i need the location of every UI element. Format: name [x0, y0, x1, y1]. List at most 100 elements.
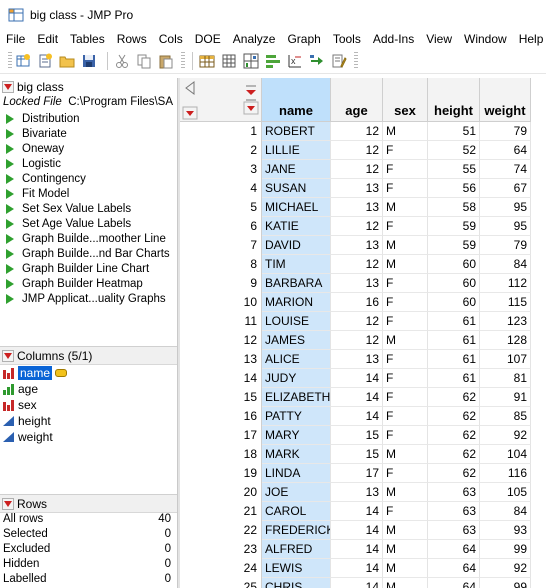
table-cell-age[interactable]: 14: [331, 388, 383, 407]
table-cell-weight[interactable]: 105: [480, 483, 531, 502]
table-cell-name[interactable]: JANE: [262, 160, 331, 179]
table-cell-height[interactable]: 64: [428, 578, 480, 588]
column-header-age[interactable]: age: [331, 78, 383, 122]
table-cell-sex[interactable]: M: [383, 236, 428, 255]
table-cell-age[interactable]: 14: [331, 559, 383, 578]
fit-y-by-x-icon[interactable]: x: [286, 52, 304, 70]
toolbar-grip[interactable]: [181, 51, 185, 70]
table-cell-weight[interactable]: 67: [480, 179, 531, 198]
column-header-height[interactable]: height: [428, 78, 480, 122]
menu-rows[interactable]: Rows: [111, 32, 153, 46]
table-cell-weight[interactable]: 104: [480, 445, 531, 464]
column-name-label[interactable]: name: [18, 366, 53, 380]
table-cell-name[interactable]: ROBERT: [262, 122, 331, 141]
column-item-name[interactable]: name: [0, 365, 177, 381]
table-cell-sex[interactable]: F: [383, 274, 428, 293]
table-cell-weight[interactable]: 84: [480, 502, 531, 521]
table-cell-height[interactable]: 59: [428, 217, 480, 236]
row-number[interactable]: 14: [180, 369, 262, 388]
table-cell-height[interactable]: 61: [428, 312, 480, 331]
table-cell-height[interactable]: 60: [428, 274, 480, 293]
grid-corner[interactable]: [180, 78, 262, 122]
table-cell-age[interactable]: 12: [331, 217, 383, 236]
table-cell-age[interactable]: 17: [331, 464, 383, 483]
row-number[interactable]: 7: [180, 236, 262, 255]
red-triangle-menu-icon[interactable]: [2, 349, 14, 362]
table-cell-height[interactable]: 61: [428, 350, 480, 369]
table-cell-age[interactable]: 12: [331, 122, 383, 141]
row-number[interactable]: 23: [180, 540, 262, 559]
table-cell-name[interactable]: MARION: [262, 293, 331, 312]
menu-cols[interactable]: Cols: [153, 32, 189, 46]
table-script-item[interactable]: Graph Builder Line Chart: [0, 261, 177, 276]
menu-graph[interactable]: Graph: [281, 32, 326, 46]
toolbar-grip[interactable]: [354, 51, 358, 70]
table-cell-height[interactable]: 51: [428, 122, 480, 141]
table-cell-weight[interactable]: 107: [480, 350, 531, 369]
table-cell-age[interactable]: 12: [331, 160, 383, 179]
data-grid-icon[interactable]: [198, 52, 216, 70]
table-cell-sex[interactable]: M: [383, 578, 428, 588]
script-editor-icon[interactable]: [330, 52, 348, 70]
table-cell-name[interactable]: ELIZABETH: [262, 388, 331, 407]
table-cell-height[interactable]: 59: [428, 236, 480, 255]
table-cell-age[interactable]: 14: [331, 502, 383, 521]
table-cell-height[interactable]: 62: [428, 426, 480, 445]
graph-builder-icon[interactable]: [242, 52, 260, 70]
table-cell-name[interactable]: LILLIE: [262, 141, 331, 160]
table-cell-age[interactable]: 14: [331, 540, 383, 559]
table-cell-weight[interactable]: 74: [480, 160, 531, 179]
menu-analyze[interactable]: Analyze: [227, 32, 282, 46]
table-cell-name[interactable]: LOUISE: [262, 312, 331, 331]
table-cell-height[interactable]: 62: [428, 407, 480, 426]
table-cell-sex[interactable]: M: [383, 540, 428, 559]
row-number[interactable]: 9: [180, 274, 262, 293]
table-cell-height[interactable]: 56: [428, 179, 480, 198]
table-script-item[interactable]: Logistic: [0, 156, 177, 171]
table-cell-sex[interactable]: M: [383, 198, 428, 217]
table-script-item[interactable]: Graph Builde...moother Line: [0, 231, 177, 246]
table-cell-sex[interactable]: F: [383, 141, 428, 160]
table-cell-weight[interactable]: 115: [480, 293, 531, 312]
table-cell-name[interactable]: LEWIS: [262, 559, 331, 578]
table-cell-weight[interactable]: 79: [480, 236, 531, 255]
table-cell-weight[interactable]: 81: [480, 369, 531, 388]
table-cell-name[interactable]: MARK: [262, 445, 331, 464]
row-number[interactable]: 3: [180, 160, 262, 179]
row-number[interactable]: 20: [180, 483, 262, 502]
table-cell-weight[interactable]: 95: [480, 198, 531, 217]
table-cell-sex[interactable]: M: [383, 122, 428, 141]
column-header-weight[interactable]: weight: [480, 78, 531, 122]
table-cell-weight[interactable]: 116: [480, 464, 531, 483]
table-cell-name[interactable]: KATIE: [262, 217, 331, 236]
table-cell-name[interactable]: JAMES: [262, 331, 331, 350]
row-number[interactable]: 18: [180, 445, 262, 464]
column-item-weight[interactable]: weight: [0, 429, 177, 445]
column-name-label[interactable]: height: [18, 414, 51, 428]
table-cell-name[interactable]: TIM: [262, 255, 331, 274]
table-cell-age[interactable]: 13: [331, 350, 383, 369]
table-cell-age[interactable]: 12: [331, 312, 383, 331]
row-number[interactable]: 16: [180, 407, 262, 426]
table-cell-age[interactable]: 14: [331, 521, 383, 540]
table-cell-sex[interactable]: F: [383, 426, 428, 445]
table-cell-sex[interactable]: M: [383, 331, 428, 350]
table-cell-sex[interactable]: F: [383, 350, 428, 369]
table-cell-name[interactable]: PATTY: [262, 407, 331, 426]
table-cell-weight[interactable]: 99: [480, 578, 531, 588]
table-cell-weight[interactable]: 85: [480, 407, 531, 426]
table-cell-name[interactable]: ALICE: [262, 350, 331, 369]
table-cell-weight[interactable]: 92: [480, 559, 531, 578]
menu-edit[interactable]: Edit: [31, 32, 64, 46]
table-cell-sex[interactable]: F: [383, 464, 428, 483]
table-cell-sex[interactable]: F: [383, 369, 428, 388]
table-cell-height[interactable]: 64: [428, 559, 480, 578]
table-cell-weight[interactable]: 92: [480, 426, 531, 445]
row-number[interactable]: 8: [180, 255, 262, 274]
row-number[interactable]: 17: [180, 426, 262, 445]
table-cell-weight[interactable]: 91: [480, 388, 531, 407]
column-header-sex[interactable]: sex: [383, 78, 428, 122]
table-cell-age[interactable]: 14: [331, 369, 383, 388]
menu-add-ins[interactable]: Add-Ins: [367, 32, 420, 46]
table-cell-weight[interactable]: 93: [480, 521, 531, 540]
